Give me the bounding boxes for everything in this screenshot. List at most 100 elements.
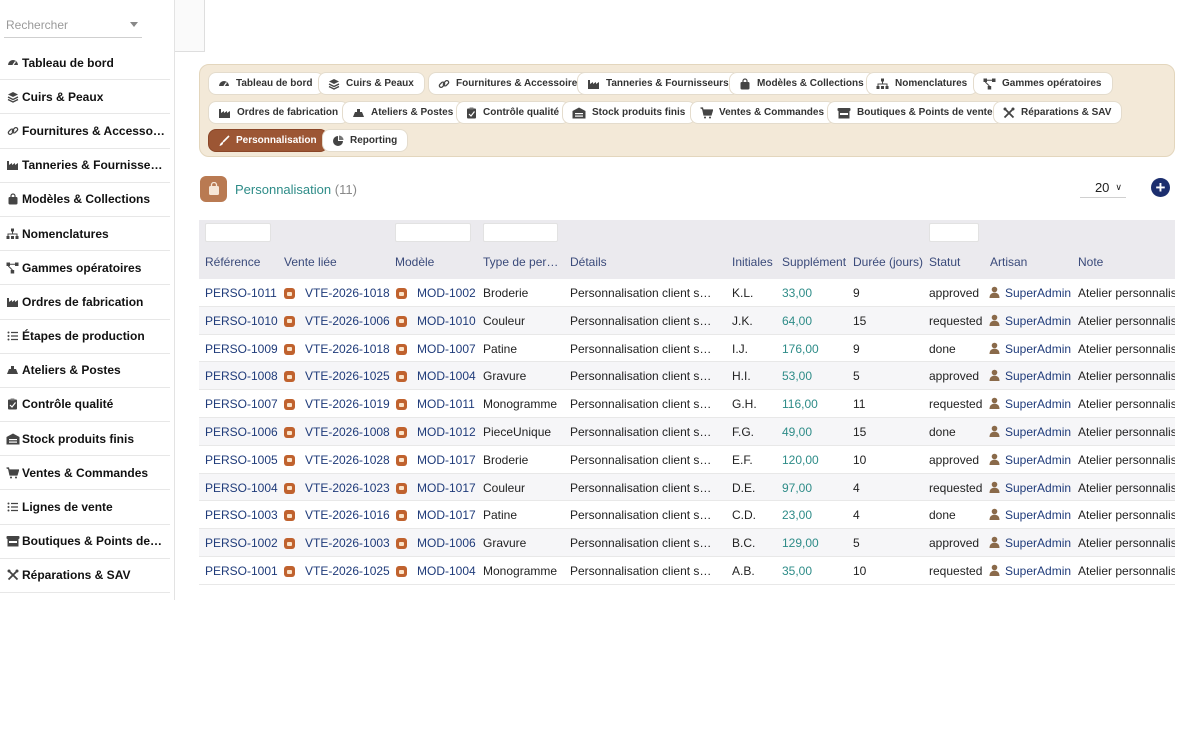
table-row[interactable]: PERSO-1007 VTE-2026-1019 MOD-1011 Monogramm… <box>199 390 1175 418</box>
sidebar-item-reparations-sav[interactable]: Réparations & SAV <box>0 559 170 593</box>
sale-link[interactable]: VTE-2026-1019 <box>305 397 391 411</box>
table-row[interactable]: PERSO-1002 VTE-2026-1003 MOD-1006 Gravure Pe… <box>199 529 1175 557</box>
column-header[interactable]: Note <box>1078 255 1175 269</box>
column-filter-input[interactable] <box>205 223 271 242</box>
reference-link[interactable]: PERSO-1004 <box>205 481 280 495</box>
reference-link[interactable]: PERSO-1007 <box>205 397 280 411</box>
add-record-button[interactable]: + <box>1151 178 1170 197</box>
tab-ventes-commandes[interactable]: Ventes & Commandes <box>690 101 836 124</box>
model-link[interactable]: MOD-1011 <box>417 397 479 411</box>
sidebar-item-stock-produits-finis[interactable]: Stock produits finis <box>0 422 170 457</box>
tab-fournitures-accessoires[interactable]: Fournitures & Accessoires <box>428 72 594 95</box>
model-link[interactable]: MOD-1017 <box>417 481 479 495</box>
artisan-link[interactable]: SuperAdmin <box>1005 286 1077 300</box>
table-row[interactable]: PERSO-1008 VTE-2026-1025 MOD-1004 Gravure Pe… <box>199 362 1175 391</box>
artisan-link[interactable]: SuperAdmin <box>1005 453 1077 467</box>
reference-link[interactable]: PERSO-1003 <box>205 508 280 522</box>
reference-link[interactable]: PERSO-1008 <box>205 369 280 383</box>
sidebar-item-tanneries-fournisseurs[interactable]: Tanneries & Fournisseurs <box>0 149 170 183</box>
reference-link[interactable]: PERSO-1006 <box>205 425 280 439</box>
artisan-link[interactable]: SuperAdmin <box>1005 425 1077 439</box>
sale-link[interactable]: VTE-2026-1028 <box>305 453 391 467</box>
model-link[interactable]: MOD-1004 <box>417 564 479 578</box>
table-row[interactable]: PERSO-1011 VTE-2026-1018 MOD-1002 Broderie P… <box>199 279 1175 307</box>
tab-nomenclatures[interactable]: Nomenclatures <box>866 72 979 95</box>
column-header[interactable]: Type de personnalisation <box>483 255 561 269</box>
column-header[interactable]: Détails <box>570 255 720 269</box>
reference-link[interactable]: PERSO-1011 <box>205 286 280 300</box>
column-header[interactable]: Initiales <box>732 255 777 269</box>
model-link[interactable]: MOD-1002 <box>417 286 479 300</box>
model-link[interactable]: MOD-1004 <box>417 369 479 383</box>
sidebar-item-lignes-de-vente[interactable]: Lignes de vente <box>0 490 170 525</box>
sidebar-item-ateliers-postes[interactable]: Ateliers & Postes <box>0 354 170 388</box>
sale-link[interactable]: VTE-2026-1018 <box>305 286 391 300</box>
tab-stock-produits-finis[interactable]: Stock produits finis <box>562 101 697 124</box>
tab-ordres-de-fabrication[interactable]: Ordres de fabrication <box>208 101 350 124</box>
sale-link[interactable]: VTE-2026-1025 <box>305 369 391 383</box>
sidebar-item-boutiques-points-de-vente[interactable]: Boutiques & Points de vente <box>0 525 170 559</box>
sidebar-item-controle-qualite[interactable]: Contrôle qualité <box>0 388 170 423</box>
column-header[interactable]: Durée (jours) <box>853 255 925 269</box>
column-header[interactable]: Modèle <box>395 255 479 269</box>
sidebar-item-tableau-de-bord[interactable]: Tableau de bord <box>0 46 170 81</box>
model-link[interactable]: MOD-1007 <box>417 342 479 356</box>
artisan-link[interactable]: SuperAdmin <box>1005 369 1077 383</box>
dropdown-caret-icon[interactable] <box>130 22 138 27</box>
column-filter-input[interactable] <box>395 223 471 242</box>
artisan-link[interactable]: SuperAdmin <box>1005 564 1077 578</box>
table-row[interactable]: PERSO-1001 VTE-2026-1025 MOD-1004 Monogramm… <box>199 557 1175 585</box>
reference-link[interactable]: PERSO-1009 <box>205 342 280 356</box>
reference-link[interactable]: PERSO-1001 <box>205 564 280 578</box>
model-link[interactable]: MOD-1006 <box>417 536 479 550</box>
sidebar-item-gammes-operatoires[interactable]: Gammes opératoires <box>0 251 170 286</box>
collapse-panel[interactable] <box>175 0 205 52</box>
artisan-link[interactable]: SuperAdmin <box>1005 397 1077 411</box>
tab-boutiques-points-de-vente[interactable]: Boutiques & Points de vente <box>827 101 1004 124</box>
sidebar-item-cuirs-peaux[interactable]: Cuirs & Peaux <box>0 80 170 115</box>
sidebar-item-nomenclatures[interactable]: Nomenclatures <box>0 217 170 252</box>
column-filter-input[interactable] <box>929 223 979 242</box>
model-link[interactable]: MOD-1012 <box>417 425 479 439</box>
column-header[interactable]: Artisan <box>990 255 1072 269</box>
reference-link[interactable]: PERSO-1002 <box>205 536 280 550</box>
reference-link[interactable]: PERSO-1010 <box>205 314 280 328</box>
tab-reporting[interactable]: Reporting <box>322 129 409 152</box>
sale-link[interactable]: VTE-2026-1003 <box>305 536 391 550</box>
column-filter-input[interactable] <box>483 223 558 242</box>
artisan-link[interactable]: SuperAdmin <box>1005 314 1077 328</box>
tab-personnalisation[interactable]: Personnalisation <box>208 129 328 152</box>
sale-link[interactable]: VTE-2026-1023 <box>305 481 391 495</box>
tab-tanneries-fournisseurs[interactable]: Tanneries & Fournisseurs <box>577 72 740 95</box>
table-row[interactable]: PERSO-1004 VTE-2026-1023 MOD-1017 Couleur Pe… <box>199 473 1175 502</box>
model-link[interactable]: MOD-1017 <box>417 453 479 467</box>
artisan-link[interactable]: SuperAdmin <box>1005 508 1077 522</box>
tab-reparations-sav[interactable]: Réparations & SAV <box>993 101 1123 124</box>
table-row[interactable]: PERSO-1003 VTE-2026-1016 MOD-1017 Patine Per… <box>199 501 1175 530</box>
tab-cuirs-peaux[interactable]: Cuirs & Peaux <box>318 72 425 95</box>
search-box[interactable] <box>4 14 142 38</box>
model-link[interactable]: MOD-1010 <box>417 314 479 328</box>
sidebar-item-modeles-collections[interactable]: Modèles & Collections <box>0 183 170 217</box>
column-header[interactable]: Référence <box>205 255 277 269</box>
sidebar-item-etapes-de-production[interactable]: Étapes de production <box>0 320 170 354</box>
column-header[interactable]: Vente liée <box>284 255 384 269</box>
sale-link[interactable]: VTE-2026-1006 <box>305 314 391 328</box>
column-header[interactable]: Supplément <box>782 255 847 269</box>
reference-link[interactable]: PERSO-1005 <box>205 453 280 467</box>
table-row[interactable]: PERSO-1010 VTE-2026-1006 MOD-1010 Couleur Pe… <box>199 306 1175 335</box>
tab-controle-qualite[interactable]: Contrôle qualité <box>456 101 571 124</box>
tab-modeles-collections[interactable]: Modèles & Collections <box>729 72 875 95</box>
artisan-link[interactable]: SuperAdmin <box>1005 342 1077 356</box>
artisan-link[interactable]: SuperAdmin <box>1005 481 1077 495</box>
sale-link[interactable]: VTE-2026-1016 <box>305 508 391 522</box>
sale-link[interactable]: VTE-2026-1008 <box>305 425 391 439</box>
artisan-link[interactable]: SuperAdmin <box>1005 536 1077 550</box>
tab-tableau-de-bord[interactable]: Tableau de bord <box>208 72 324 95</box>
table-row[interactable]: PERSO-1009 VTE-2026-1018 MOD-1007 Patine Per… <box>199 335 1175 363</box>
sidebar-item-fournitures-accessoires[interactable]: Fournitures & Accessoires <box>0 114 170 149</box>
search-input[interactable] <box>4 14 124 36</box>
sidebar-item-ordres-de-fabrication[interactable]: Ordres de fabrication <box>0 285 170 320</box>
tab-gammes-operatoires[interactable]: Gammes opératoires <box>973 72 1113 95</box>
sale-link[interactable]: VTE-2026-1025 <box>305 564 391 578</box>
